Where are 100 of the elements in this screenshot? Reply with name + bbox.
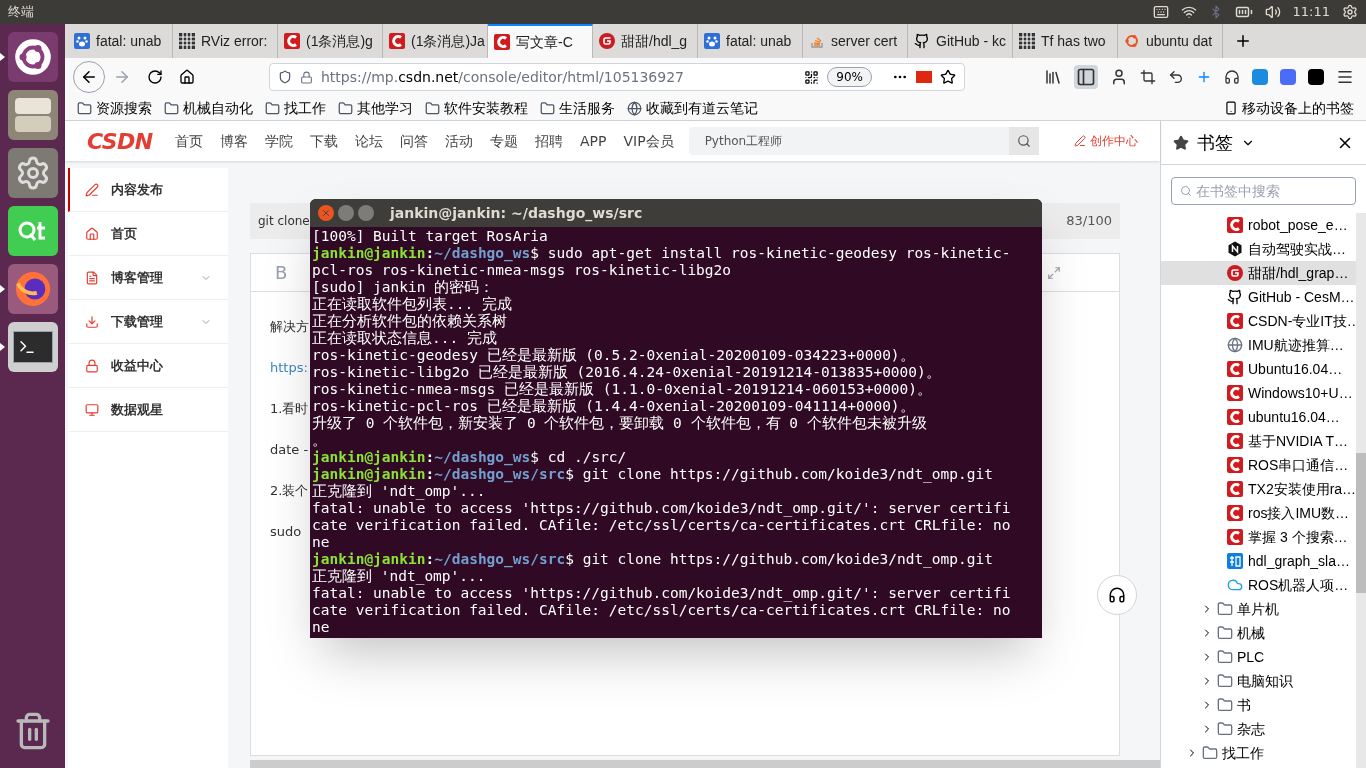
settings-icon[interactable] [1342, 4, 1358, 20]
menu-item[interactable]: 内容发布 [68, 168, 228, 212]
fullscreen-icon[interactable] [1047, 265, 1061, 280]
browser-tab[interactable]: 写文章-C [488, 24, 593, 58]
wifi-icon[interactable] [1180, 4, 1197, 20]
bookmark-item[interactable]: 甜甜/hdl_grap… [1161, 261, 1356, 285]
extension-icon[interactable] [1224, 69, 1240, 85]
c-logo-icon [1227, 385, 1243, 401]
bookmark-item[interactable]: ROS串口通信… [1161, 453, 1356, 477]
qt-logo-icon[interactable] [7, 206, 58, 256]
ubuntu-logo-icon[interactable] [7, 32, 58, 82]
bookmark-item[interactable]: ubuntu16.04… [1161, 405, 1356, 429]
bookmark-folder[interactable]: PLC [1161, 645, 1356, 669]
library-icon[interactable] [1044, 68, 1062, 86]
undo-icon[interactable] [1168, 69, 1184, 85]
refresh-button[interactable] [1097, 575, 1137, 615]
bookmark-item[interactable]: GitHub - CesM… [1161, 285, 1356, 309]
bookmark-item[interactable]: Windows10+U… [1161, 381, 1356, 405]
home-button[interactable] [179, 69, 195, 85]
terminal-output-line: [sudo] jankin 的密码： [312, 279, 495, 296]
extension-icon[interactable] [1308, 69, 1324, 85]
terminal-prompt-line: jankin@jankin:~/dashgo_ws/src$ git clone https://github.com/koide3/ndt_omp.git [312, 466, 994, 483]
bookmark-folder[interactable]: 软件安装教程 [444, 97, 528, 119]
menu-item[interactable]: 首页 [68, 212, 228, 256]
bookmark-folder[interactable]: 找工作 [284, 97, 326, 119]
bookmark-item[interactable]: ros接入IMU数… [1161, 501, 1356, 525]
terminal-output-line: ros-kinetic-libg2o 已经是最新版 (2016.4.24-0xenial-20191214-013835+0000)。 [312, 364, 942, 381]
bookmark-folder[interactable]: 找工作 [1161, 741, 1356, 765]
menu-icon[interactable] [1336, 68, 1354, 86]
nav-link[interactable]: 招聘 [535, 130, 563, 152]
qr-code-icon[interactable] [804, 69, 820, 85]
title-field[interactable]: git clone [250, 203, 310, 239]
volume-icon[interactable] [1264, 4, 1281, 20]
nav-link[interactable]: 学院 [265, 130, 293, 152]
nav-link[interactable]: 首页 [175, 130, 203, 152]
bookmark-item[interactable]: hdl_graph_sla… [1161, 549, 1356, 573]
reload-button[interactable] [147, 69, 163, 85]
search-icon [1016, 134, 1031, 148]
g-logo-icon [1227, 265, 1243, 281]
bookmark-item[interactable]: Ubuntu16.04… [1161, 357, 1356, 381]
nav-link[interactable]: APP [580, 130, 607, 152]
bookmark-folder[interactable]: 机械自动化 [183, 97, 253, 119]
nav-link[interactable]: 问答 [400, 130, 428, 152]
bookmark-folder[interactable]: 单片机 [1161, 597, 1356, 621]
add-icon[interactable] [1196, 69, 1212, 85]
bookmark-item[interactable]: robot_pose_e… [1161, 213, 1356, 237]
minimize-button[interactable] [338, 205, 354, 221]
bookmark-item[interactable]: TX2安装使用ra… [1161, 477, 1356, 501]
bookmark-folder[interactable]: 资源搜索 [96, 97, 152, 119]
bookmark-folder[interactable]: 电脑知识 [1161, 669, 1356, 693]
keyboard-icon[interactable] [1152, 4, 1169, 20]
maximize-button[interactable] [358, 205, 374, 221]
bookmark-item[interactable]: 基于NVIDIA T… [1161, 429, 1356, 453]
bookmark-item[interactable]: 掌握 3 个搜索… [1161, 525, 1356, 549]
clock[interactable]: 11:11 [1292, 2, 1330, 22]
nav-link[interactable]: 下载 [310, 130, 338, 152]
menu-item[interactable]: 收益中心 [68, 344, 228, 388]
folder-icon [540, 100, 555, 116]
g-logo-icon [599, 33, 615, 49]
bookmark-folder[interactable]: 机械 [1161, 621, 1356, 645]
bookmark-folder[interactable]: 生活服务 [559, 97, 615, 119]
terminal-icon[interactable] [7, 322, 58, 372]
file-cabinet-icon[interactable] [7, 90, 58, 140]
search-field[interactable]: Python工程师 [688, 127, 1039, 155]
folder-icon [1217, 625, 1233, 641]
bookmark-link[interactable]: 收藏到有道云笔记 [646, 97, 758, 119]
flag-icon [916, 71, 932, 83]
menu-item[interactable]: 数据观星 [68, 388, 228, 432]
menu-item[interactable]: 博客管理 [68, 256, 228, 300]
settings-icon[interactable] [7, 148, 58, 198]
star-icon[interactable] [940, 69, 956, 85]
home-icon [85, 226, 99, 241]
nav-link[interactable]: 博客 [220, 130, 248, 152]
nav-link[interactable]: 论坛 [355, 130, 383, 152]
bookmark-item[interactable]: ROS机器人项… [1161, 573, 1356, 597]
nav-link[interactable]: 活动 [445, 130, 473, 152]
folder-icon [1217, 649, 1233, 665]
bookmark-item[interactable]: CSDN-专业IT技… [1161, 309, 1356, 333]
bookmark-folder[interactable]: 书 [1161, 693, 1356, 717]
folder-icon [1217, 721, 1233, 737]
address-bar[interactable]: https://mp.csdn.net/console/editor/html/105136927 90% [269, 63, 965, 91]
firefox-icon[interactable] [7, 264, 58, 314]
sidebar-toggle-icon[interactable] [1074, 65, 1098, 89]
bookmark-item[interactable]: IMU航迹推算… [1161, 333, 1356, 357]
menu-item[interactable]: 下载管理 [68, 300, 228, 344]
bookmark-folder[interactable]: 移动设备上的书签 [1242, 97, 1354, 119]
bookmark-folder[interactable]: 杂志 [1161, 717, 1356, 741]
nav-link[interactable]: VIP会员 [623, 130, 674, 152]
editor-link[interactable]: https: [270, 355, 308, 381]
crop-icon[interactable] [1140, 69, 1156, 85]
monitor-icon [85, 402, 99, 417]
nav-link[interactable]: 专题 [490, 130, 518, 152]
bookmark-folder[interactable]: 其他学习 [357, 97, 413, 119]
sidebar-title[interactable]: 书签 [1197, 129, 1233, 156]
bookmark-item[interactable]: 自动驾驶实战… [1161, 237, 1356, 261]
account-icon[interactable] [1110, 68, 1128, 86]
terminal-output-line: ros-kinetic-pcl-ros 已经是最新版 (1.4.4-0xenial-20200109-041114+0000)。 [312, 398, 916, 415]
create-center-link[interactable]: 创作中心 [1074, 132, 1138, 150]
close-button[interactable] [318, 205, 334, 221]
zoom-level[interactable]: 90% [827, 67, 872, 87]
